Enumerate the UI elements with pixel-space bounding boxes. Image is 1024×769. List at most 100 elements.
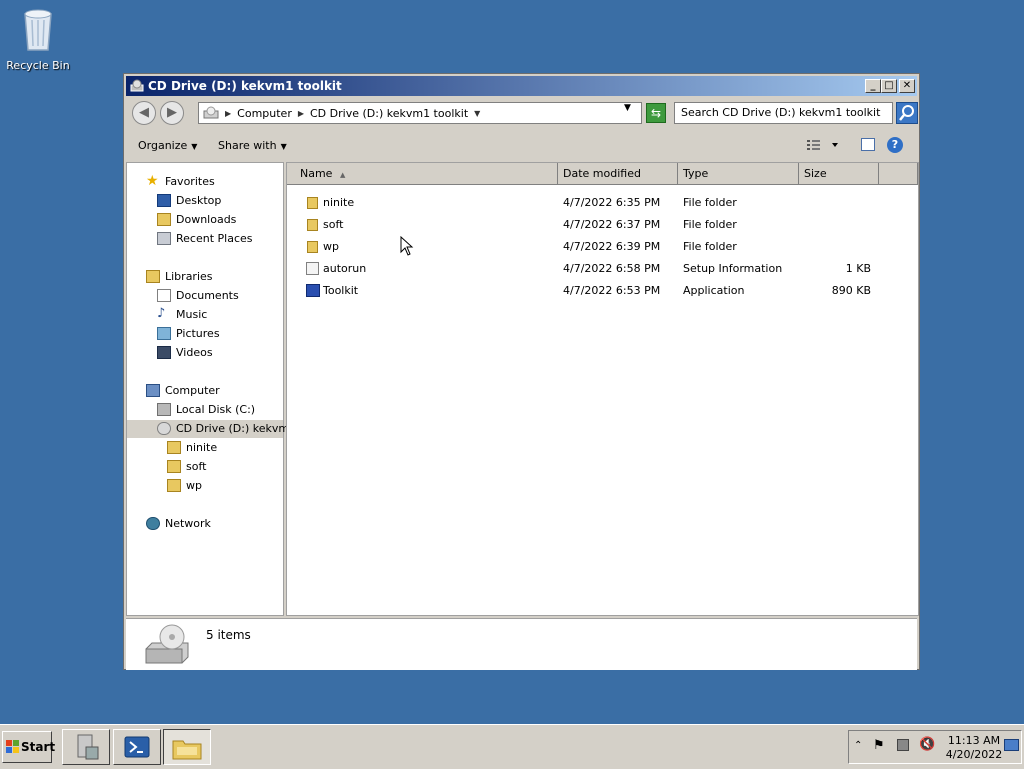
nav-documents[interactable]: Documents <box>157 287 239 305</box>
nav-videos[interactable]: Videos <box>157 344 213 362</box>
show-hidden-icons-icon[interactable]: ⌃ <box>854 740 862 751</box>
table-row[interactable]: ninite 4/7/2022 6:35 PM File folder <box>287 192 887 214</box>
explorer-window: CD Drive (D:) kekvm1 toolkit _ □ ✕ ◀ ▶ ▶… <box>123 73 920 670</box>
application-icon <box>306 284 320 297</box>
address-bar[interactable]: ▶ Computer ▶ CD Drive (D:) kekvm1 toolki… <box>198 102 642 124</box>
preview-pane-icon[interactable] <box>861 138 875 151</box>
server-manager-taskbar-button[interactable] <box>62 729 110 765</box>
forward-button[interactable]: ▶ <box>160 101 184 125</box>
table-row[interactable]: soft 4/7/2022 6:37 PM File folder <box>287 214 887 236</box>
libraries-icon <box>146 269 160 283</box>
column-label: Name <box>300 167 333 180</box>
refresh-button[interactable]: ⇆ <box>646 103 666 123</box>
address-dropdown-icon[interactable]: ▼ <box>624 103 631 113</box>
file-size: 890 KB <box>831 284 871 297</box>
back-arrow-icon: ◀ <box>139 105 149 120</box>
address-row: ◀ ▶ ▶ Computer ▶ CD Drive (D:) kekvm1 to… <box>126 98 918 128</box>
back-button[interactable]: ◀ <box>132 101 156 125</box>
file-list: Name ▲ Date modified Type Size ninite 4/… <box>286 162 919 616</box>
item-count: 5 items <box>206 628 251 642</box>
nav-label: Music <box>176 308 208 321</box>
file-name: Toolkit <box>323 284 359 297</box>
explorer-taskbar-button[interactable] <box>163 729 211 765</box>
nav-label: Favorites <box>165 175 215 188</box>
sort-ascending-icon: ▲ <box>339 171 346 179</box>
nav-label: Local Disk (C:) <box>176 403 256 416</box>
videos-icon <box>157 345 171 359</box>
nav-network[interactable]: Network <box>146 515 211 533</box>
minimize-button[interactable]: _ <box>865 79 881 93</box>
chevron-down-icon: ▼ <box>280 142 287 151</box>
details-pane: 5 items <box>126 618 917 670</box>
pictures-icon <box>157 326 171 340</box>
server-manager-icon <box>77 734 99 760</box>
mouse-cursor-icon <box>400 236 414 256</box>
file-type: File folder <box>683 196 737 209</box>
nav-favorites[interactable]: ★ Favorites <box>146 173 215 191</box>
maximize-button[interactable]: □ <box>881 79 897 93</box>
nav-folder-wp[interactable]: wp <box>167 477 202 495</box>
column-label: Size <box>804 167 827 180</box>
search-input[interactable]: Search CD Drive (D:) kekvm1 toolkit <box>674 102 893 124</box>
breadcrumb-root-arrow-icon[interactable]: ▶ <box>225 109 231 118</box>
file-name: ninite <box>323 196 355 209</box>
chevron-down-icon: ▼ <box>191 142 198 151</box>
breadcrumb-computer[interactable]: Computer <box>237 107 292 120</box>
table-row[interactable]: autorun 4/7/2022 6:58 PM Setup Informati… <box>287 258 887 280</box>
powershell-taskbar-button[interactable] <box>113 729 161 765</box>
folder-icon <box>167 440 181 454</box>
nav-pictures[interactable]: Pictures <box>157 325 220 343</box>
navigation-pane: ★ Favorites Desktop Downloads Recent Plac… <box>126 162 296 616</box>
search-button[interactable] <box>896 102 918 124</box>
clock-time: 11:13 AM <box>947 734 1001 747</box>
share-with-label: Share with <box>218 139 277 152</box>
volume-muted-icon[interactable]: 🔇 <box>919 737 935 752</box>
show-desktop-icon[interactable] <box>1004 739 1019 751</box>
nav-libraries[interactable]: Libraries <box>146 268 213 286</box>
nav-local-disk[interactable]: Local Disk (C:) <box>157 401 255 419</box>
nav-label: ninite <box>186 441 218 454</box>
folder-icon <box>167 478 181 492</box>
change-view-button[interactable] <box>806 138 840 155</box>
folder-icon <box>167 459 181 473</box>
column-header-size[interactable]: Size <box>799 163 879 185</box>
clock[interactable]: 11:13 AM 4/20/2022 <box>944 734 1004 762</box>
title-bar[interactable]: CD Drive (D:) kekvm1 toolkit _ □ ✕ <box>126 76 917 96</box>
column-header-filler <box>879 163 918 185</box>
action-center-flag-icon[interactable]: ⚑ <box>873 738 885 753</box>
recycle-bin-desktop-icon[interactable]: Recycle Bin <box>6 6 70 72</box>
nav-music[interactable]: ♪ Music <box>157 306 207 324</box>
nav-desktop[interactable]: Desktop <box>157 192 221 210</box>
network-tray-icon[interactable] <box>897 739 909 751</box>
windows-logo-icon <box>6 740 19 753</box>
help-icon[interactable]: ? <box>887 137 903 153</box>
nav-label: Downloads <box>176 213 237 226</box>
nav-folder-soft[interactable]: soft <box>167 458 206 476</box>
documents-icon <box>157 288 171 302</box>
cd-drive-large-icon <box>145 624 189 664</box>
nav-cd-drive[interactable]: CD Drive (D:) kekvm1 <box>127 420 296 438</box>
breadcrumb-end-arrow-icon[interactable]: ▼ <box>474 109 480 118</box>
recycle-bin-label: Recycle Bin <box>6 59 70 72</box>
nav-downloads[interactable]: Downloads <box>157 211 236 229</box>
nav-folder-ninite[interactable]: ninite <box>167 439 217 457</box>
nav-recent-places[interactable]: Recent Places <box>157 230 253 248</box>
table-row[interactable]: Toolkit 4/7/2022 6:53 PM Application 890… <box>287 280 887 302</box>
table-row[interactable]: wp 4/7/2022 6:39 PM File folder <box>287 236 887 258</box>
organize-menu[interactable]: Organize ▼ <box>138 139 197 152</box>
close-button[interactable]: ✕ <box>899 79 915 93</box>
nav-computer[interactable]: Computer <box>146 382 220 400</box>
share-with-menu[interactable]: Share with ▼ <box>218 139 287 152</box>
file-name: wp <box>323 240 339 253</box>
column-header-type[interactable]: Type <box>678 163 799 185</box>
column-header-date[interactable]: Date modified <box>558 163 678 185</box>
file-name: autorun <box>323 262 367 275</box>
file-type: Application <box>683 284 745 297</box>
breadcrumb-arrow-icon[interactable]: ▶ <box>298 109 304 118</box>
nav-label: Desktop <box>176 194 222 207</box>
start-button[interactable]: Start <box>2 731 55 763</box>
file-type: File folder <box>683 218 737 231</box>
network-icon <box>146 516 160 530</box>
breadcrumb-cd-drive[interactable]: CD Drive (D:) kekvm1 toolkit <box>310 107 468 120</box>
column-header-name[interactable]: Name ▲ <box>287 163 558 185</box>
